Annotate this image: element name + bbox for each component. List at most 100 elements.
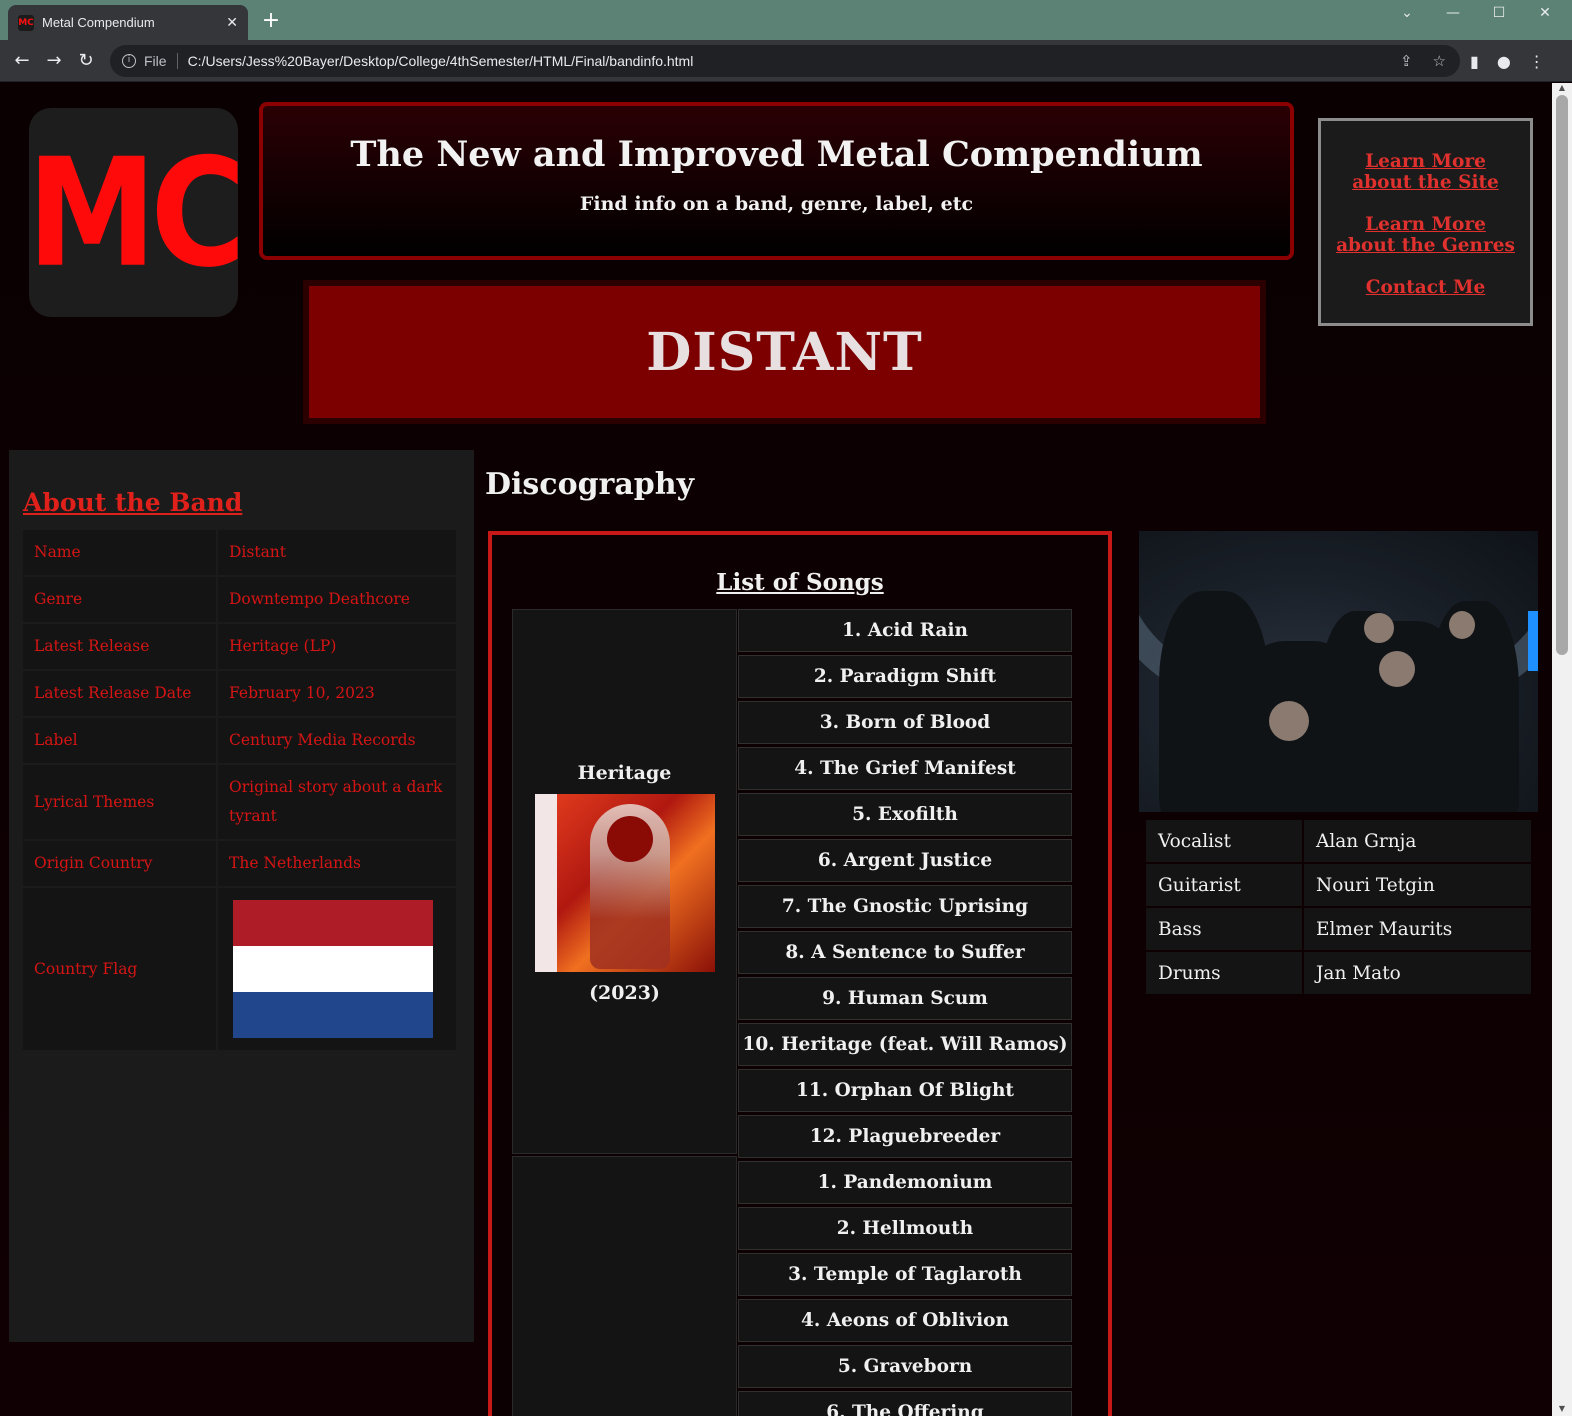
favicon-icon: MC bbox=[18, 14, 34, 31]
table-row: Lyrical Themes Original story about a dar… bbox=[23, 765, 456, 839]
table-row: Drums Jan Mato bbox=[1146, 952, 1531, 994]
address-bar[interactable]: i File C:/Users/Jess%20Bayer/Desktop/Col… bbox=[110, 45, 1460, 77]
list-item: 2. Hellmouth bbox=[738, 1207, 1072, 1250]
table-row: Bass Elmer Maurits bbox=[1146, 908, 1531, 950]
album-cover-image bbox=[534, 794, 715, 972]
album-title: Heritage bbox=[577, 762, 672, 784]
url-text[interactable]: C:/Users/Jess%20Bayer/Desktop/College/4t… bbox=[188, 53, 694, 69]
list-item: 12. Plaguebreeder bbox=[738, 1115, 1072, 1158]
band-facts-table: Name Distant Genre Downtempo Deathcore Lat… bbox=[21, 528, 458, 1052]
back-icon[interactable]: ← bbox=[6, 45, 38, 77]
side-panel-icon[interactable]: ▮ bbox=[1470, 52, 1479, 71]
bookmark-star-icon[interactable]: ☆ bbox=[1433, 52, 1446, 70]
fact-key: Label bbox=[23, 718, 216, 763]
fact-value: Distant bbox=[218, 530, 456, 575]
tab-search-icon[interactable]: ⌄ bbox=[1384, 0, 1430, 30]
member-name: Nouri Tetgin bbox=[1304, 864, 1531, 906]
table-row: Country Flag bbox=[23, 888, 456, 1050]
member-role: Guitarist bbox=[1146, 864, 1302, 906]
song-list-heading[interactable]: List of Songs bbox=[492, 569, 1108, 596]
scroll-down-icon[interactable]: ▼ bbox=[1552, 1404, 1572, 1416]
table-row: Vocalist Alan Grnja bbox=[1146, 820, 1531, 862]
table-row: Guitarist Nouri Tetgin bbox=[1146, 864, 1531, 906]
fact-key: Latest Release bbox=[23, 624, 216, 669]
maximize-icon[interactable]: ☐ bbox=[1476, 0, 1522, 30]
list-item: 5. Graveborn bbox=[738, 1345, 1072, 1388]
minimize-icon[interactable]: — bbox=[1430, 0, 1476, 30]
list-item: 3. Temple of Taglaroth bbox=[738, 1253, 1072, 1296]
fact-value: Heritage (LP) bbox=[218, 624, 456, 669]
album-cell bbox=[512, 1156, 737, 1416]
table-row: Latest Release Date February 10, 2023 bbox=[23, 671, 456, 716]
table-row: Name Distant bbox=[23, 530, 456, 575]
close-tab-icon[interactable]: ✕ bbox=[226, 14, 238, 31]
member-role: Vocalist bbox=[1146, 820, 1302, 862]
table-row: Latest Release Heritage (LP) bbox=[23, 624, 456, 669]
tab-title: Metal Compendium bbox=[42, 15, 155, 30]
album-year: (2023) bbox=[589, 982, 660, 1004]
site-header: The New and Improved Metal Compendium Fi… bbox=[259, 102, 1294, 260]
fact-value: February 10, 2023 bbox=[218, 671, 456, 716]
menu-icon[interactable]: ⋮ bbox=[1529, 52, 1545, 71]
list-item: 8. A Sentence to Suffer bbox=[738, 931, 1072, 974]
photo-face bbox=[1379, 651, 1415, 687]
flag-stripe bbox=[233, 992, 433, 1038]
fact-value: Downtempo Deathcore bbox=[218, 577, 456, 622]
list-item: 11. Orphan Of Blight bbox=[738, 1069, 1072, 1112]
window-close-icon[interactable]: ✕ bbox=[1522, 0, 1568, 30]
list-item: 3. Born of Blood bbox=[738, 701, 1072, 744]
fact-key: Country Flag bbox=[23, 888, 216, 1050]
photo-face bbox=[1269, 701, 1309, 741]
member-name: Elmer Maurits bbox=[1304, 908, 1531, 950]
browser-tab[interactable]: MC Metal Compendium ✕ bbox=[8, 5, 248, 40]
list-item: 6. The Offering bbox=[738, 1391, 1072, 1416]
members-table: Vocalist Alan Grnja Guitarist Nouri Tetgin… bbox=[1144, 818, 1533, 996]
nav-link-about-site[interactable]: Learn More about the Site bbox=[1336, 151, 1516, 193]
page-scrollbar[interactable]: ▲ ▼ bbox=[1552, 83, 1572, 1416]
fact-value bbox=[218, 888, 456, 1050]
forward-icon[interactable]: → bbox=[38, 45, 70, 77]
fact-value: Century Media Records bbox=[218, 718, 456, 763]
fact-key: Name bbox=[23, 530, 216, 575]
discography-heading: Discography bbox=[485, 467, 695, 502]
site-title: The New and Improved Metal Compendium bbox=[350, 134, 1203, 175]
about-panel: About the Band Name Distant Genre Downtemp… bbox=[9, 450, 474, 1342]
photo-light bbox=[1528, 611, 1538, 671]
fact-key: Latest Release Date bbox=[23, 671, 216, 716]
share-icon[interactable]: ⇪ bbox=[1400, 52, 1413, 70]
scroll-up-icon[interactable]: ▲ bbox=[1552, 83, 1572, 95]
list-item: 4. The Grief Manifest bbox=[738, 747, 1072, 790]
scrollbar-thumb[interactable] bbox=[1556, 95, 1568, 655]
photo-face bbox=[1449, 611, 1475, 639]
browser-toolbar: ← → ↻ i File C:/Users/Jess%20Bayer/Deskt… bbox=[0, 40, 1572, 82]
nav-link-genres[interactable]: Learn More about the Genres bbox=[1336, 214, 1516, 256]
site-nav: Learn More about the Site Learn More abo… bbox=[1318, 118, 1533, 326]
tab-strip: MC Metal Compendium ✕ + ⌄ — ☐ ✕ bbox=[0, 0, 1572, 40]
list-item: 10. Heritage (feat. Will Ramos) bbox=[738, 1023, 1072, 1066]
site-info-icon[interactable]: i bbox=[122, 54, 136, 68]
list-item: 5. Exofilth bbox=[738, 793, 1072, 836]
reload-icon[interactable]: ↻ bbox=[70, 45, 102, 77]
fact-key: Lyrical Themes bbox=[23, 765, 216, 839]
site-logo[interactable]: MC bbox=[27, 108, 246, 317]
flag-stripe bbox=[233, 946, 433, 992]
cover-strip bbox=[534, 794, 557, 972]
fact-key: Genre bbox=[23, 577, 216, 622]
netherlands-flag bbox=[233, 900, 433, 1038]
list-item: 1. Acid Rain bbox=[738, 609, 1072, 652]
member-role: Drums bbox=[1146, 952, 1302, 994]
band-name-banner: DISTANT bbox=[303, 280, 1266, 424]
profile-icon[interactable]: ● bbox=[1497, 52, 1511, 71]
page-viewport: MC The New and Improved Metal Compendium… bbox=[0, 83, 1552, 1416]
discography-box: List of Songs Heritage (2023) 1. Acid Ra… bbox=[488, 531, 1112, 1416]
list-item: 4. Aeons of Oblivion bbox=[738, 1299, 1072, 1342]
new-tab-icon[interactable]: + bbox=[258, 8, 284, 34]
nav-link-contact[interactable]: Contact Me bbox=[1336, 277, 1516, 298]
about-heading[interactable]: About the Band bbox=[23, 488, 242, 517]
url-scheme: File bbox=[144, 53, 178, 69]
song-list: 1. Acid Rain 2. Paradigm Shift 3. Born o… bbox=[738, 609, 1072, 1416]
list-item: 1. Pandemonium bbox=[738, 1161, 1072, 1204]
band-name: DISTANT bbox=[646, 321, 923, 383]
fact-value: The Netherlands bbox=[218, 841, 456, 886]
table-row: Label Century Media Records bbox=[23, 718, 456, 763]
